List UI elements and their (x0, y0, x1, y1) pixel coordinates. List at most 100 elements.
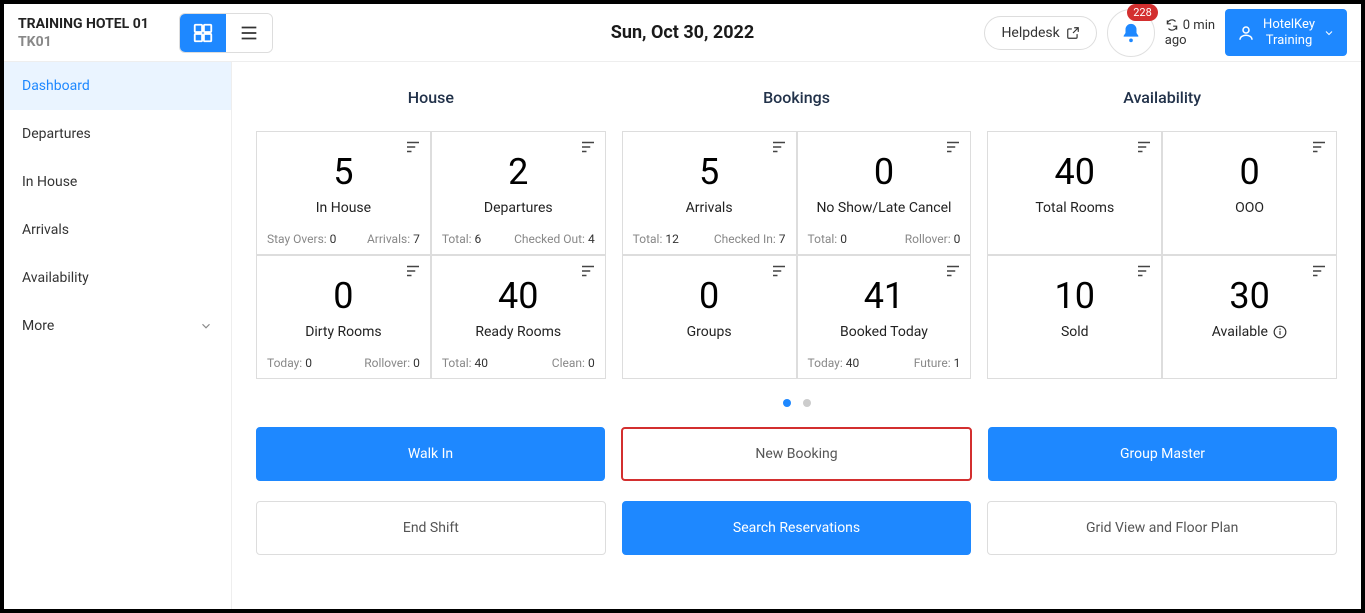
sidebar-item-inhouse[interactable]: In House (4, 158, 231, 206)
card-value: 40 (498, 278, 538, 314)
sidebar-label-more: More (22, 318, 54, 334)
card-in-house[interactable]: 5 In House Stay Overs: 0Arrivals: 7 (256, 131, 431, 255)
sort-icon[interactable] (1310, 138, 1328, 156)
dot-2[interactable] (803, 399, 811, 407)
card-dirty-rooms[interactable]: 0 Dirty Rooms Today: 0Rollover: 0 (256, 255, 431, 379)
grid-view-toggle[interactable] (180, 14, 226, 52)
sort-icon[interactable] (944, 138, 962, 156)
sidebar-item-availability[interactable]: Availability (4, 254, 231, 302)
sort-icon[interactable] (404, 138, 422, 156)
card-noshow[interactable]: 0 No Show/Late Cancel Total: 0Rollover: … (797, 131, 972, 255)
sort-icon[interactable] (944, 262, 962, 280)
notifications-button[interactable]: 228 (1107, 9, 1155, 57)
card-total-rooms[interactable]: 40 Total Rooms (987, 131, 1162, 255)
card-title: Arrivals (686, 200, 733, 216)
refresh-icon (1165, 18, 1179, 32)
helpdesk-label: Helpdesk (1001, 25, 1059, 41)
sidebar-label-departures: Departures (22, 126, 91, 142)
card-title: No Show/Late Cancel (816, 200, 951, 216)
user-line1: HotelKey (1263, 17, 1315, 33)
card-title: Ready Rooms (475, 324, 561, 340)
card-title: OOO (1235, 200, 1264, 216)
section-availability: Availability (987, 88, 1337, 107)
card-value: 5 (699, 154, 719, 190)
card-value: 0 (874, 154, 894, 190)
main-content: House Bookings Availability 5 In House S… (232, 62, 1361, 609)
header: TRAINING HOTEL 01 TK01 Sun, Oct 30, 2022… (4, 4, 1361, 62)
sort-icon[interactable] (579, 138, 597, 156)
sync-info: 0 min ago (1165, 18, 1215, 48)
grid-icon (192, 22, 214, 44)
card-title: In House (316, 200, 371, 216)
sort-icon[interactable] (1135, 262, 1153, 280)
external-link-icon (1066, 26, 1080, 40)
section-house: House (256, 88, 606, 107)
card-ooo[interactable]: 0 OOO (1162, 131, 1337, 255)
sidebar-label-inhouse: In House (22, 174, 77, 190)
card-ready-rooms[interactable]: 40 Ready Rooms Total: 40Clean: 0 (431, 255, 606, 379)
sort-icon[interactable] (579, 262, 597, 280)
info-icon[interactable] (1273, 325, 1287, 339)
list-view-toggle[interactable] (226, 14, 272, 52)
card-value: 10 (1055, 278, 1095, 314)
card-title: Sold (1061, 324, 1089, 340)
card-title: Departures (484, 200, 553, 216)
card-value: 30 (1229, 278, 1269, 314)
sidebar-label-arrivals: Arrivals (22, 222, 69, 238)
search-reservations-button[interactable]: Search Reservations (622, 501, 972, 555)
helpdesk-button[interactable]: Helpdesk (984, 16, 1096, 50)
sync-ago: ago (1165, 33, 1187, 48)
card-title: Total Rooms (1035, 200, 1114, 216)
user-icon (1237, 24, 1255, 42)
sidebar-item-more[interactable]: More (4, 302, 231, 350)
date-header: Sun, Oct 30, 2022 (611, 22, 754, 43)
sidebar-item-departures[interactable]: Departures (4, 110, 231, 158)
dot-1[interactable] (783, 399, 791, 407)
view-toggle (179, 13, 273, 53)
sidebar: Dashboard Departures In House Arrivals A… (4, 62, 232, 609)
chevron-down-icon (199, 319, 213, 333)
sort-icon[interactable] (1310, 262, 1328, 280)
card-title: Booked Today (840, 324, 928, 340)
walkin-button[interactable]: Walk In (256, 427, 605, 481)
end-shift-button[interactable]: End Shift (256, 501, 606, 555)
card-booked-today[interactable]: 41 Booked Today Today: 40Future: 1 (797, 255, 972, 379)
card-value: 0 (1239, 154, 1259, 190)
card-title: Groups (687, 324, 732, 340)
sidebar-item-arrivals[interactable]: Arrivals (4, 206, 231, 254)
card-departures[interactable]: 2 Departures Total: 6Checked Out: 4 (431, 131, 606, 255)
card-value: 5 (333, 154, 353, 190)
bell-icon (1120, 22, 1142, 44)
card-title: Dirty Rooms (305, 324, 381, 340)
sort-icon[interactable] (1135, 138, 1153, 156)
user-menu-button[interactable]: HotelKey Training (1225, 9, 1347, 56)
group-master-button[interactable]: Group Master (988, 427, 1337, 481)
card-group-bookings: 5 Arrivals Total: 12Checked In: 7 0 No S… (622, 131, 972, 379)
card-value: 0 (333, 278, 353, 314)
sidebar-item-dashboard[interactable]: Dashboard (4, 62, 231, 110)
card-value: 2 (508, 154, 528, 190)
card-arrivals[interactable]: 5 Arrivals Total: 12Checked In: 7 (622, 131, 797, 255)
user-line2: Training (1263, 33, 1315, 49)
sidebar-label-dashboard: Dashboard (22, 78, 90, 94)
sort-icon[interactable] (770, 138, 788, 156)
card-title: Available (1212, 324, 1288, 340)
card-value: 41 (864, 278, 904, 314)
section-bookings: Bookings (622, 88, 972, 107)
new-booking-button[interactable]: New Booking (621, 427, 972, 481)
grid-floor-plan-button[interactable]: Grid View and Floor Plan (987, 501, 1337, 555)
list-icon (238, 22, 260, 44)
card-value: 0 (699, 278, 719, 314)
hotel-info: TRAINING HOTEL 01 TK01 (18, 16, 149, 50)
card-sold[interactable]: 10 Sold (987, 255, 1162, 379)
sync-text: 0 min (1183, 18, 1215, 33)
card-available[interactable]: 30 Available (1162, 255, 1337, 379)
sidebar-label-availability: Availability (22, 270, 89, 286)
card-group-house: 5 In House Stay Overs: 0Arrivals: 7 2 De… (256, 131, 606, 379)
sort-icon[interactable] (404, 262, 422, 280)
hotel-code: TK01 (18, 34, 149, 50)
notification-badge: 228 (1127, 4, 1158, 21)
card-groups[interactable]: 0 Groups (622, 255, 797, 379)
card-value: 40 (1055, 154, 1095, 190)
sort-icon[interactable] (770, 262, 788, 280)
